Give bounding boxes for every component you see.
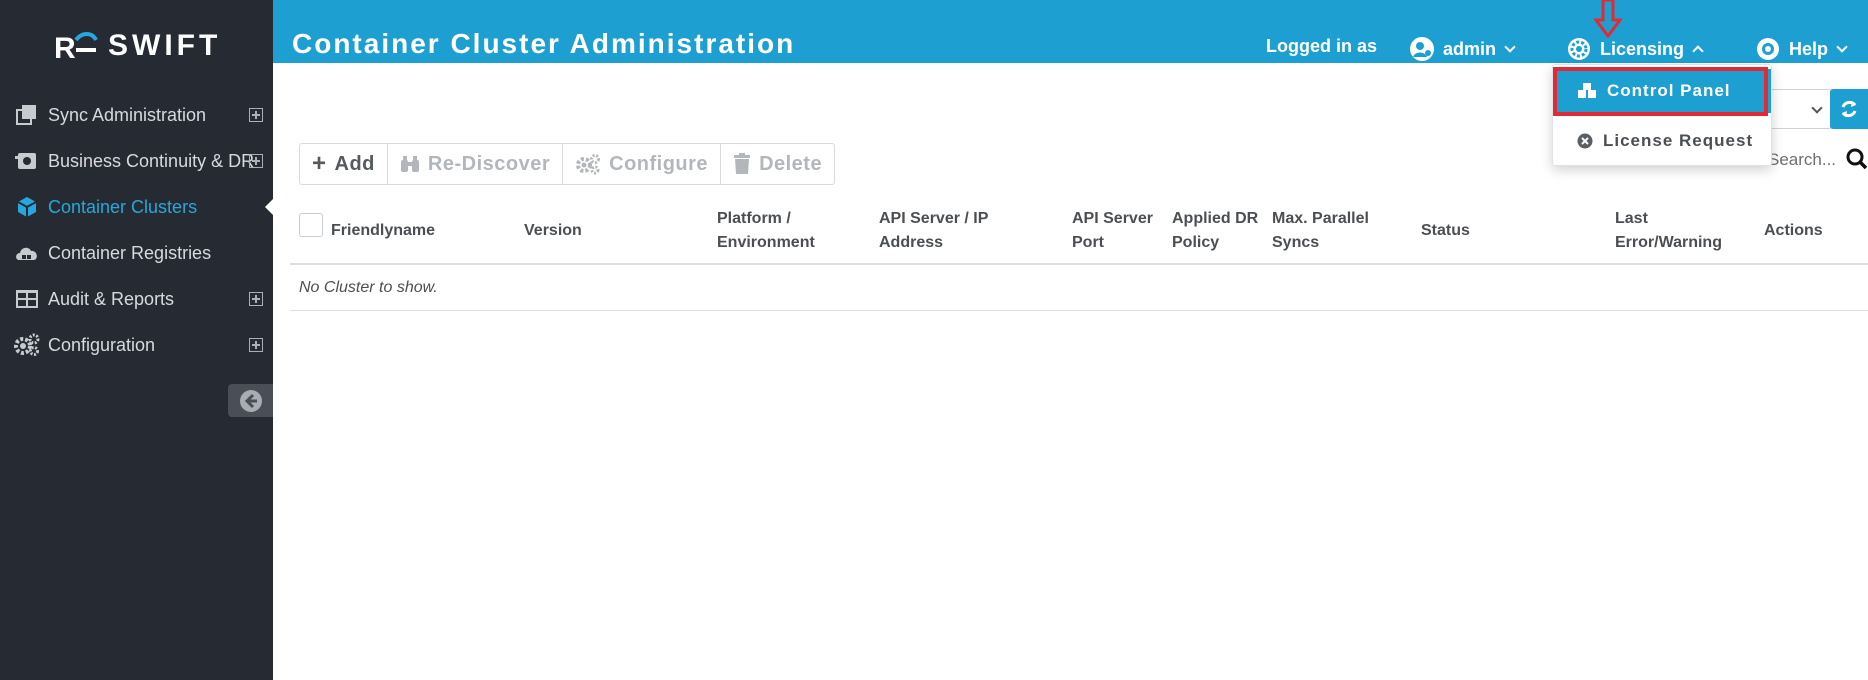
search-icon[interactable]: [1846, 148, 1868, 175]
trash-icon: [734, 153, 751, 174]
chevron-down-icon: [1811, 102, 1823, 114]
delete-button[interactable]: Delete: [721, 144, 834, 184]
refresh-icon: [1841, 100, 1857, 118]
select-all-checkbox[interactable]: [299, 213, 323, 237]
column-header[interactable]: Friendlyname: [331, 219, 435, 243]
add-button[interactable]: + Add: [300, 144, 388, 184]
table-empty-row: No Cluster to show.: [290, 265, 1868, 311]
cube-icon: [12, 194, 42, 220]
sidebar-item-label: Sync Administration: [48, 104, 207, 125]
sidebar-item-container-registries[interactable]: Container Registries: [0, 230, 273, 276]
sidebar-item-business-continuity[interactable]: Business Continuity & DR: [0, 138, 273, 184]
delete-label: Delete: [759, 152, 823, 175]
menu-item-label: License Request: [1603, 131, 1754, 150]
copy-icon: [12, 102, 42, 128]
menu-item-control-panel[interactable]: Control Panel: [1555, 69, 1771, 113]
top-header: Container Cluster Administration Logged …: [273, 0, 1868, 63]
menu-item-license-request[interactable]: License Request: [1553, 119, 1773, 163]
chevron-down-icon: [1836, 41, 1848, 53]
action-toolbar: + Add Re-Discover Configure Delete: [299, 143, 836, 185]
close-circle-icon: [1577, 133, 1593, 149]
column-header[interactable]: API Server Port: [1072, 207, 1167, 255]
sidebar: R SWIFT Sync Administration Business Con…: [0, 0, 273, 680]
binoculars-icon: [400, 156, 419, 172]
sidebar-item-label: Business Continuity & DR: [48, 150, 255, 171]
gears-icon: [12, 332, 42, 358]
refresh-button[interactable]: [1830, 89, 1868, 129]
svg-text:R: R: [54, 32, 80, 64]
chevron-up-icon: [1692, 45, 1704, 57]
sidebar-item-label: Container Clusters: [48, 196, 198, 217]
gears-icon: [576, 154, 601, 175]
gear-icon: [1568, 38, 1590, 60]
sidebar-item-label: Audit & Reports: [48, 288, 175, 309]
brand-logo[interactable]: R SWIFT: [52, 28, 222, 65]
configure-button[interactable]: Configure: [563, 144, 722, 184]
configure-label: Configure: [609, 152, 709, 175]
column-header[interactable]: Last Error/Warning: [1615, 207, 1735, 255]
chevron-down-icon: [1504, 41, 1516, 53]
column-header[interactable]: Version: [524, 219, 582, 243]
help-menu[interactable]: Help: [1755, 36, 1848, 62]
lifebuoy-icon: [1757, 38, 1779, 60]
rediscover-button[interactable]: Re-Discover: [388, 144, 564, 184]
column-header[interactable]: API Server / IP Address: [879, 207, 1019, 255]
rediscover-label: Re-Discover: [427, 152, 551, 175]
logged-in-label: Logged in as: [1266, 36, 1377, 57]
logged-in-text: Logged in as: [1266, 36, 1378, 56]
sidebar-item-label: Configuration: [48, 334, 156, 355]
sidebar-nav: Sync Administration Business Continuity …: [0, 92, 273, 368]
help-label: Help: [1789, 38, 1829, 59]
sidebar-item-sync-administration[interactable]: Sync Administration: [0, 92, 273, 138]
column-header[interactable]: Platform / Environment: [717, 207, 827, 255]
sidebar-item-container-clusters[interactable]: Container Clusters: [0, 184, 273, 230]
column-header: Actions: [1764, 222, 1823, 239]
table-header: Friendlyname Version Platform / Environm…: [290, 199, 1868, 265]
column-header[interactable]: Applied DR Policy: [1172, 207, 1262, 255]
add-label: Add: [334, 152, 375, 175]
licensing-label: Licensing: [1600, 38, 1685, 59]
logo-mark-icon: R: [52, 28, 100, 65]
licensing-menu[interactable]: Licensing: [1566, 36, 1704, 62]
menu-item-label: Control Panel: [1607, 81, 1731, 100]
user-icon: [1410, 37, 1434, 61]
search-input[interactable]: Search...: [1768, 150, 1836, 170]
vault-icon: [12, 148, 42, 174]
sidebar-item-label: Container Registries: [48, 242, 212, 263]
expand-icon[interactable]: [249, 154, 263, 168]
table-icon: [12, 286, 42, 312]
cloud-boxes-icon: [12, 240, 42, 266]
expand-icon[interactable]: [249, 338, 263, 352]
column-header[interactable]: Status: [1421, 219, 1470, 243]
expand-icon[interactable]: [249, 108, 263, 122]
column-header[interactable]: Max. Parallel Syncs: [1272, 207, 1387, 255]
licensing-dropdown: Control Panel License Request: [1552, 64, 1772, 166]
expand-icon[interactable]: [249, 292, 263, 306]
user-name: admin: [1443, 38, 1497, 59]
cubes-icon: [1578, 83, 1596, 98]
brand-name: SWIFT: [108, 29, 222, 62]
arrow-left-circle-icon: [239, 389, 262, 412]
plus-icon: +: [312, 150, 327, 177]
empty-message: No Cluster to show.: [299, 279, 438, 296]
sidebar-item-configuration[interactable]: Configuration: [0, 322, 273, 368]
user-menu[interactable]: admin: [1409, 36, 1516, 62]
page-title: Container Cluster Administration: [292, 28, 796, 59]
sidebar-item-audit-reports[interactable]: Audit & Reports: [0, 276, 273, 322]
app-root: R SWIFT Sync Administration Business Con…: [0, 0, 1868, 680]
collapse-sidebar-button[interactable]: [228, 384, 273, 417]
